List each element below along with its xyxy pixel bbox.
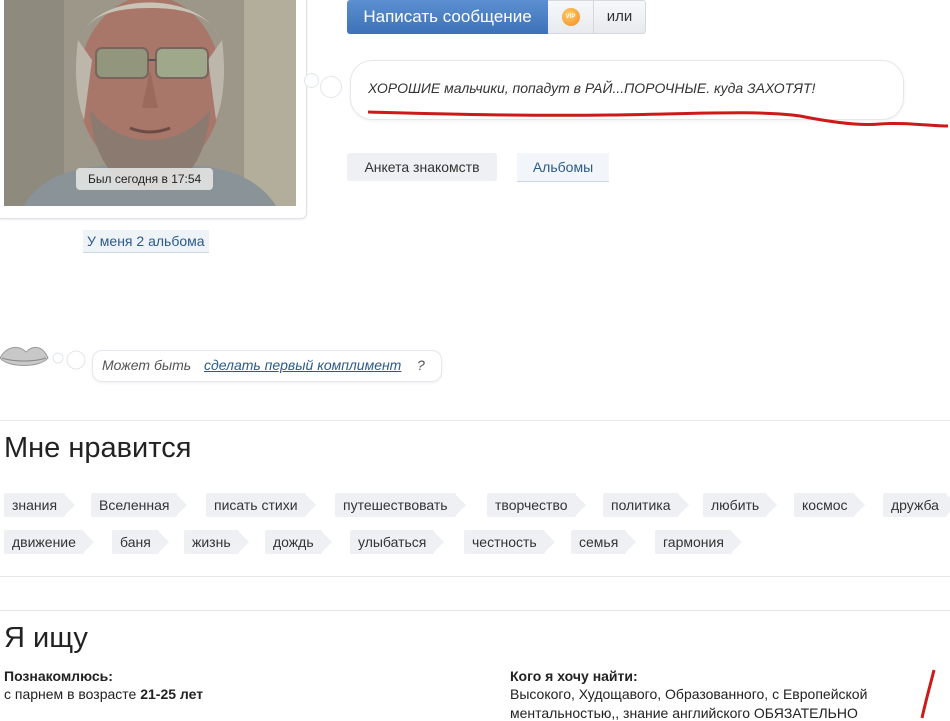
compliment-prefix: Может быть	[102, 357, 192, 373]
lips-icon	[0, 347, 86, 370]
last-seen-badge: Был сегодня в 17:54	[76, 168, 214, 190]
tag[interactable]: творчество	[487, 493, 585, 517]
tag[interactable]: путешествовать	[335, 493, 466, 517]
cloud-dot	[304, 73, 319, 88]
tag[interactable]: политика	[603, 493, 688, 517]
tag[interactable]: космос	[794, 493, 867, 517]
vip-icon: VIP	[561, 8, 580, 26]
tag[interactable]: дружба	[883, 493, 950, 517]
send-message-button[interactable]: Написать сообщение	[347, 0, 548, 34]
red-underline-scribble	[367, 110, 949, 128]
divider	[0, 420, 950, 421]
tag[interactable]: гармония	[655, 530, 742, 554]
status-text: ХОРОШИЕ мальчики, попадут в РАЙ...ПОРОЧН…	[368, 80, 816, 96]
compliment-link[interactable]: сделать первый комплимент	[204, 357, 401, 373]
tag[interactable]: Вселенная	[91, 493, 188, 517]
tag[interactable]: жизнь	[184, 530, 249, 554]
tag[interactable]: дождь	[265, 530, 332, 554]
red-marker-scribble	[920, 669, 936, 719]
likes-heading: Мне нравится	[4, 432, 192, 464]
vip-button[interactable]: VIP	[548, 0, 594, 34]
cloud-dot	[320, 76, 342, 98]
tag[interactable]: семья	[571, 530, 637, 554]
meet-label: Познакомлюсь:	[4, 668, 113, 684]
tag[interactable]: писать стихи	[206, 493, 316, 517]
meet-line: с парнем в возрасте 21-25 лет	[4, 686, 203, 702]
tag[interactable]: знания	[4, 493, 76, 517]
tab-albums[interactable]: Альбомы	[517, 153, 609, 182]
tag[interactable]: честность	[464, 530, 555, 554]
tag[interactable]: баня	[112, 530, 169, 554]
tab-profile[interactable]: Анкета знакомств	[347, 153, 497, 181]
or-button[interactable]: или	[594, 0, 646, 34]
whom-line-1: Высокого, Худощавого, Образованного, с Е…	[510, 686, 868, 702]
albums-count-link[interactable]: У меня 2 альбома	[83, 230, 209, 253]
tag[interactable]: движение	[4, 530, 94, 554]
divider	[0, 610, 950, 611]
whom-label: Кого я хочу найти:	[510, 668, 638, 684]
tag[interactable]: любить	[703, 493, 778, 517]
divider	[0, 576, 950, 577]
meet-age: 21-25 лет	[140, 686, 204, 702]
looking-heading: Я ищу	[4, 622, 88, 654]
compliment-suffix: ?	[417, 357, 425, 373]
meet-prefix: с парнем в возрасте	[4, 686, 137, 702]
tag[interactable]: улыбаться	[350, 530, 445, 554]
